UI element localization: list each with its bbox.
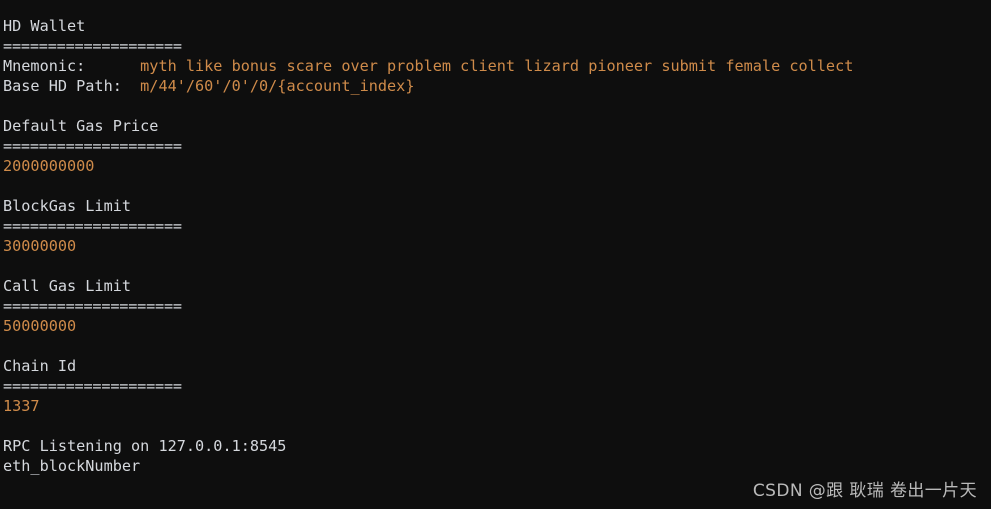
mnemonic-value: myth like bonus scare over problem clien… xyxy=(140,57,854,75)
section-value-default-gas-price: 2000000000 xyxy=(3,157,95,175)
terminal-window[interactable]: HD Wallet ==================== Mnemonic:… xyxy=(0,0,991,509)
section-title-chain-id: Chain Id xyxy=(3,357,77,375)
section-rule-blockgas-limit: ==================== xyxy=(3,217,182,235)
base-hd-path-row: Base HD Path: m/44'/60'/0'/0/{account_in… xyxy=(3,76,991,96)
mnemonic-row: Mnemonic: myth like bonus scare over pro… xyxy=(3,56,991,76)
hd-wallet-title: HD Wallet xyxy=(3,17,86,35)
section-title-call-gas-limit: Call Gas Limit xyxy=(3,277,132,295)
base-hd-path-label: Base HD Path: xyxy=(3,77,141,95)
section-rule-chain-id: ==================== xyxy=(3,377,182,395)
section-value-call-gas-limit: 50000000 xyxy=(3,317,77,335)
mnemonic-label: Mnemonic: xyxy=(3,57,141,75)
section-value-blockgas-limit: 30000000 xyxy=(3,237,77,255)
section-rule-call-gas-limit: ==================== xyxy=(3,297,182,315)
hd-wallet-rule: ==================== xyxy=(3,37,182,55)
section-rule-default-gas-price: ==================== xyxy=(3,137,182,155)
base-hd-path-value: m/44'/60'/0'/0/{account_index} xyxy=(140,77,415,95)
section-title-default-gas-price: Default Gas Price xyxy=(3,117,159,135)
section-title-blockgas-limit: BlockGas Limit xyxy=(3,197,132,215)
rpc-log-line: eth_blockNumber xyxy=(3,457,141,475)
csdn-watermark: CSDN @跟 耿瑞 卷出一片天 xyxy=(752,481,977,501)
rpc-listening-line: RPC Listening on 127.0.0.1:8545 xyxy=(3,437,287,455)
terminal-output: HD Wallet ==================== Mnemonic:… xyxy=(3,16,991,509)
section-value-chain-id: 1337 xyxy=(3,397,40,415)
